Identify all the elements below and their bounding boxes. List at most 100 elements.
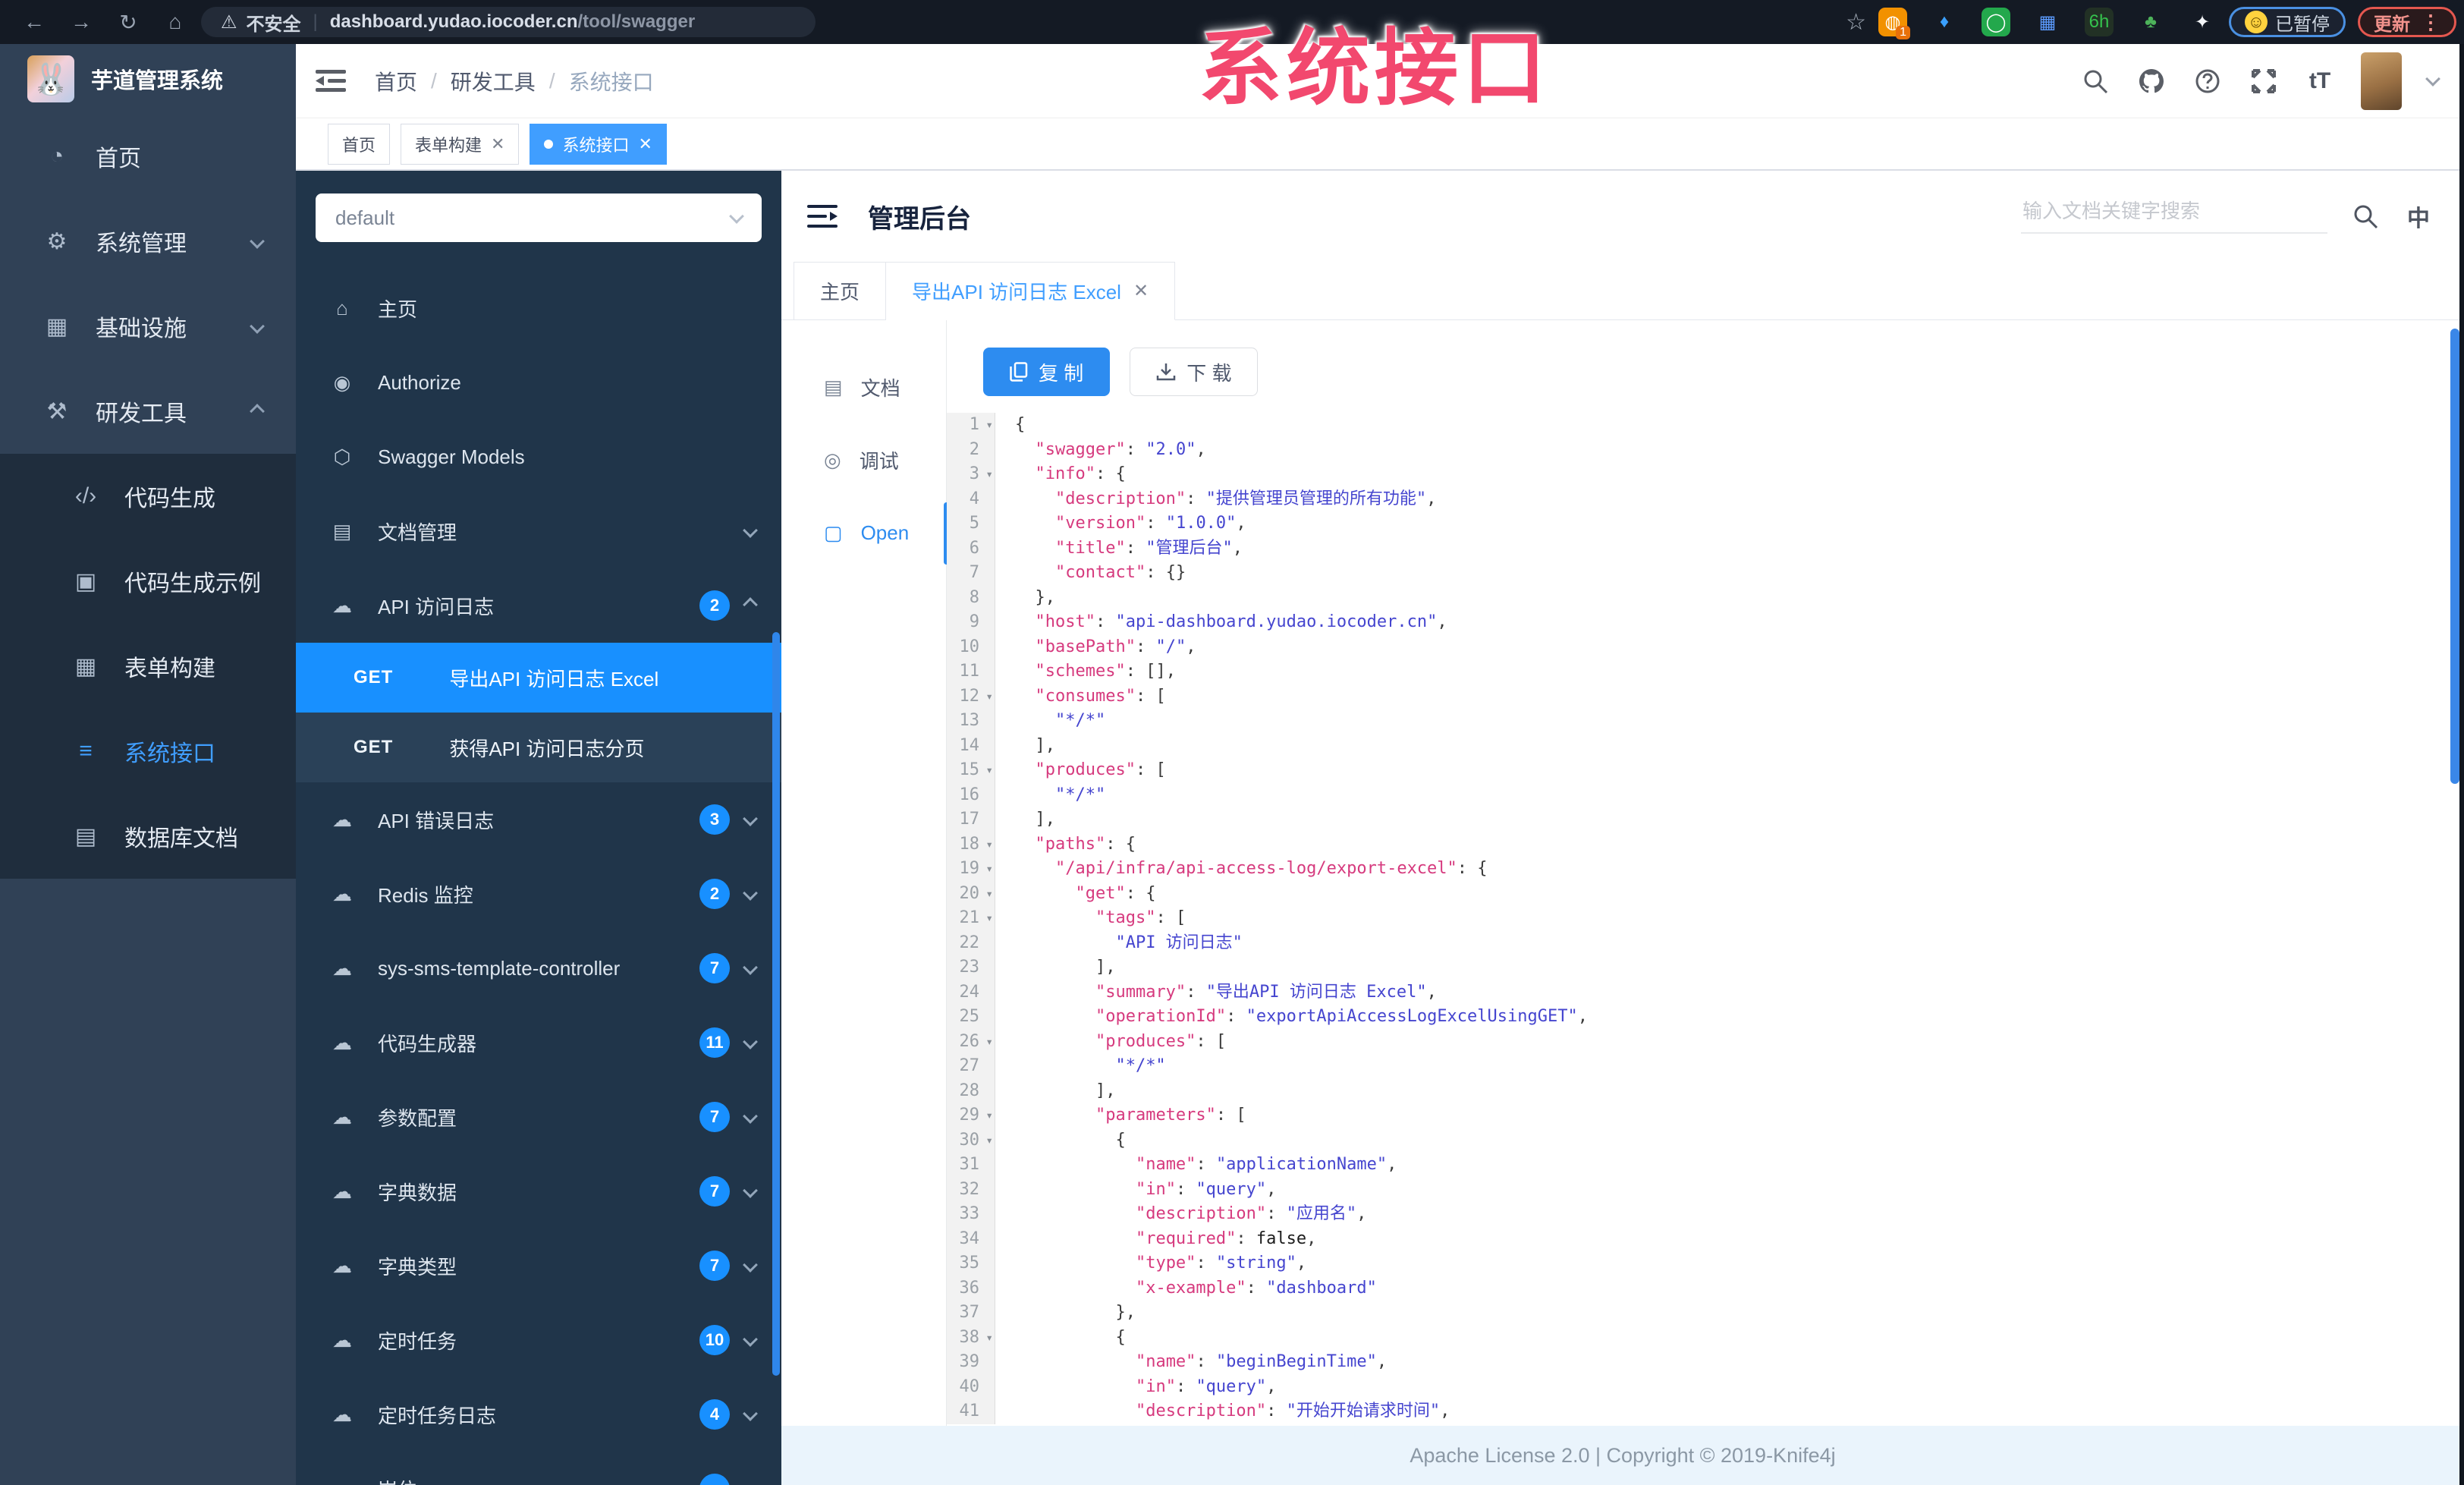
extension-grid-icon[interactable]: ▦	[2033, 8, 2062, 36]
count-badge: 10	[699, 1325, 730, 1355]
doc-tab-主页[interactable]: 主页	[794, 262, 887, 319]
sidebar-item-codegen-example[interactable]: ▣ 代码生成示例	[0, 539, 296, 624]
update-button[interactable]: 更新 ⋮	[2358, 7, 2456, 37]
swagger-item-param-config[interactable]: ☁ 参数配置 7	[296, 1080, 781, 1154]
tag-首页[interactable]: 首页	[328, 123, 391, 165]
bookmark-star-icon[interactable]: ☆	[1846, 9, 1866, 36]
api-group-select[interactable]: default	[316, 193, 762, 242]
token-p: ],	[1015, 735, 1055, 755]
sidebar-item-system[interactable]: ⚙ 系统管理	[0, 199, 296, 284]
tag-表单构建[interactable]: 表单构建 ✕	[401, 123, 520, 165]
swagger-item-post[interactable]: ☁ 岗位	[296, 1452, 781, 1485]
sidebar-item-devtools[interactable]: ⚒ 研发工具	[0, 369, 296, 454]
swagger-item-dict-data[interactable]: ☁ 字典数据 7	[296, 1154, 781, 1229]
swagger-item-doc-manage[interactable]: ▤ 文档管理	[296, 494, 781, 568]
token-s: "API 访问日志"	[1115, 933, 1243, 952]
tag-close-icon[interactable]: ✕	[491, 134, 504, 154]
sidebar-item-codegen[interactable]: ‹/› 代码生成	[0, 454, 296, 539]
fullscreen-icon[interactable]	[2249, 66, 2279, 96]
sidebar-item-db-doc[interactable]: ▤ 数据库文档	[0, 794, 296, 879]
language-toggle-icon[interactable]: 中	[2403, 201, 2434, 231]
sidebar-item-home[interactable]: ◔ 首页	[0, 114, 296, 199]
doc-tab-导出API 访问日志 Excel[interactable]: 导出API 访问日志 Excel ✕	[886, 262, 1176, 320]
fold-caret-icon: ▾	[985, 1329, 993, 1345]
swagger-item-swagger-home[interactable]: ⌂ 主页	[296, 271, 781, 345]
token-p	[1015, 662, 1036, 681]
swagger-item-api-access-log[interactable]: ☁ API 访问日志 2	[296, 568, 781, 643]
tag-系统接口[interactable]: 系统接口 ✕	[530, 123, 667, 165]
line-number: 39	[947, 1350, 995, 1375]
swagger-item-cron-job[interactable]: ☁ 定时任务 10	[296, 1303, 781, 1377]
doc-side-debug[interactable]: ◎ 调试	[781, 423, 946, 496]
extension-orange-icon[interactable]: ◍ 1	[1878, 8, 1910, 39]
chevron-down-icon	[743, 1034, 758, 1049]
browser-back-icon[interactable]: ←	[21, 9, 47, 35]
extension-leaf-icon[interactable]: ♣	[2136, 8, 2165, 36]
line-number: 30 ▾	[947, 1128, 995, 1153]
extension-star-icon[interactable]: ✦	[2188, 8, 2217, 36]
doc-search-input[interactable]	[2021, 199, 2327, 234]
download-button[interactable]: 下 载	[1130, 348, 1259, 396]
count-badge: 2	[699, 590, 730, 621]
browser-menu-icon[interactable]: ⋮	[2421, 11, 2440, 34]
api-operation-export-api-access-log-excel[interactable]: GET 导出API 访问日志 Excel	[296, 643, 781, 713]
panel-scrollbar-thumb[interactable]	[772, 632, 780, 1376]
paused-extension-pill[interactable]: ☺ 已暂停	[2229, 7, 2346, 37]
extension-pin-icon[interactable]: ♦	[1930, 8, 1959, 36]
help-icon[interactable]	[2192, 66, 2223, 96]
user-avatar[interactable]	[2361, 52, 2402, 110]
json-editor[interactable]: 1 ▾{2 "swagger": "2.0", 3 ▾ "info": {4 "des…	[947, 413, 2464, 1426]
browser-home-icon[interactable]: ⌂	[162, 9, 188, 35]
sidebar-item-form-builder[interactable]: ▦ 表单构建	[0, 624, 296, 709]
fold-caret-icon: ▾	[985, 763, 993, 777]
token-s: "提供管理员管理的所有功能"	[1205, 489, 1427, 508]
avatar-caret-icon[interactable]	[2425, 71, 2440, 87]
header-search-icon[interactable]	[2080, 66, 2110, 96]
swagger-item-dict-type[interactable]: ☁ 字典类型 7	[296, 1229, 781, 1303]
cron-job-log-icon: ☁	[332, 1402, 352, 1426]
doc-side-open[interactable]: ▢ Open	[781, 496, 946, 569]
code-line: 39 "name": "beginBeginTime",	[947, 1350, 2464, 1375]
code-line: 21 ▾ "tags": [	[947, 906, 2464, 931]
text-size-icon[interactable]: tT	[2305, 66, 2335, 96]
swagger-item-sms-template[interactable]: ☁ sys-sms-template-controller 7	[296, 931, 781, 1005]
http-method-label: GET	[354, 737, 394, 757]
main-scrollbar-thumb[interactable]	[2450, 329, 2459, 784]
cron-job-icon: ☁	[332, 1328, 352, 1351]
swagger-item-cron-job-log[interactable]: ☁ 定时任务日志 4	[296, 1377, 781, 1452]
extension-6h-icon[interactable]: 6h	[2085, 8, 2114, 36]
line-number: 21 ▾	[947, 906, 995, 931]
browser-forward-icon[interactable]: →	[68, 9, 94, 35]
swagger-item-api-error-log[interactable]: ☁ API 错误日志 3	[296, 782, 781, 857]
api-operation-get-api-access-log-page[interactable]: GET 获得API 访问日志分页	[296, 713, 781, 782]
github-icon[interactable]	[2136, 66, 2167, 96]
sidebar-fold-icon[interactable]	[316, 68, 346, 94]
token-s: "管理后台"	[1146, 538, 1233, 558]
browser-reload-icon[interactable]: ↻	[115, 9, 141, 35]
token-k: "consumes"	[1035, 686, 1136, 706]
token-p: ,	[1296, 1254, 1307, 1273]
extension-star-glyph: ✦	[2194, 11, 2211, 33]
window-scrollbar-track[interactable]	[2459, 44, 2464, 1485]
code-line: 29 ▾ "parameters": [	[947, 1103, 2464, 1128]
tag-close-icon[interactable]: ✕	[638, 134, 652, 154]
sidebar-item-system-api[interactable]: ≡ 系统接口	[0, 709, 296, 794]
doc-tab-close-icon[interactable]: ✕	[1133, 280, 1149, 302]
app-logo-row[interactable]: 🐰 芋道管理系统	[0, 44, 296, 114]
token-p: ,	[1196, 439, 1206, 459]
swagger-item-authorize[interactable]: ◉ Authorize	[296, 345, 781, 420]
doc-collapse-icon[interactable]	[807, 203, 838, 229]
swagger-item-swagger-models[interactable]: ⬡ Swagger Models	[296, 420, 781, 494]
doc-side-doc[interactable]: ▤ 文档	[781, 351, 946, 423]
chevron-up-icon	[250, 404, 265, 419]
token-p: : {	[1105, 834, 1136, 854]
code-content: "*/*"	[995, 783, 1105, 808]
swagger-item-redis-monitor[interactable]: ☁ Redis 监控 2	[296, 857, 781, 931]
sidebar-item-infra[interactable]: ▦ 基础设施	[0, 284, 296, 369]
address-bar[interactable]: ⚠ 不安全 | dashboard.yudao.iocoder.cn /tool…	[201, 7, 816, 37]
extension-green-circle-icon[interactable]: ◯	[1982, 8, 2010, 36]
doc-search-icon[interactable]	[2350, 201, 2381, 231]
count-badge: 7	[699, 1176, 730, 1207]
copy-button[interactable]: 复 制	[983, 348, 1111, 396]
swagger-item-code-generator[interactable]: ☁ 代码生成器 11	[296, 1005, 781, 1080]
